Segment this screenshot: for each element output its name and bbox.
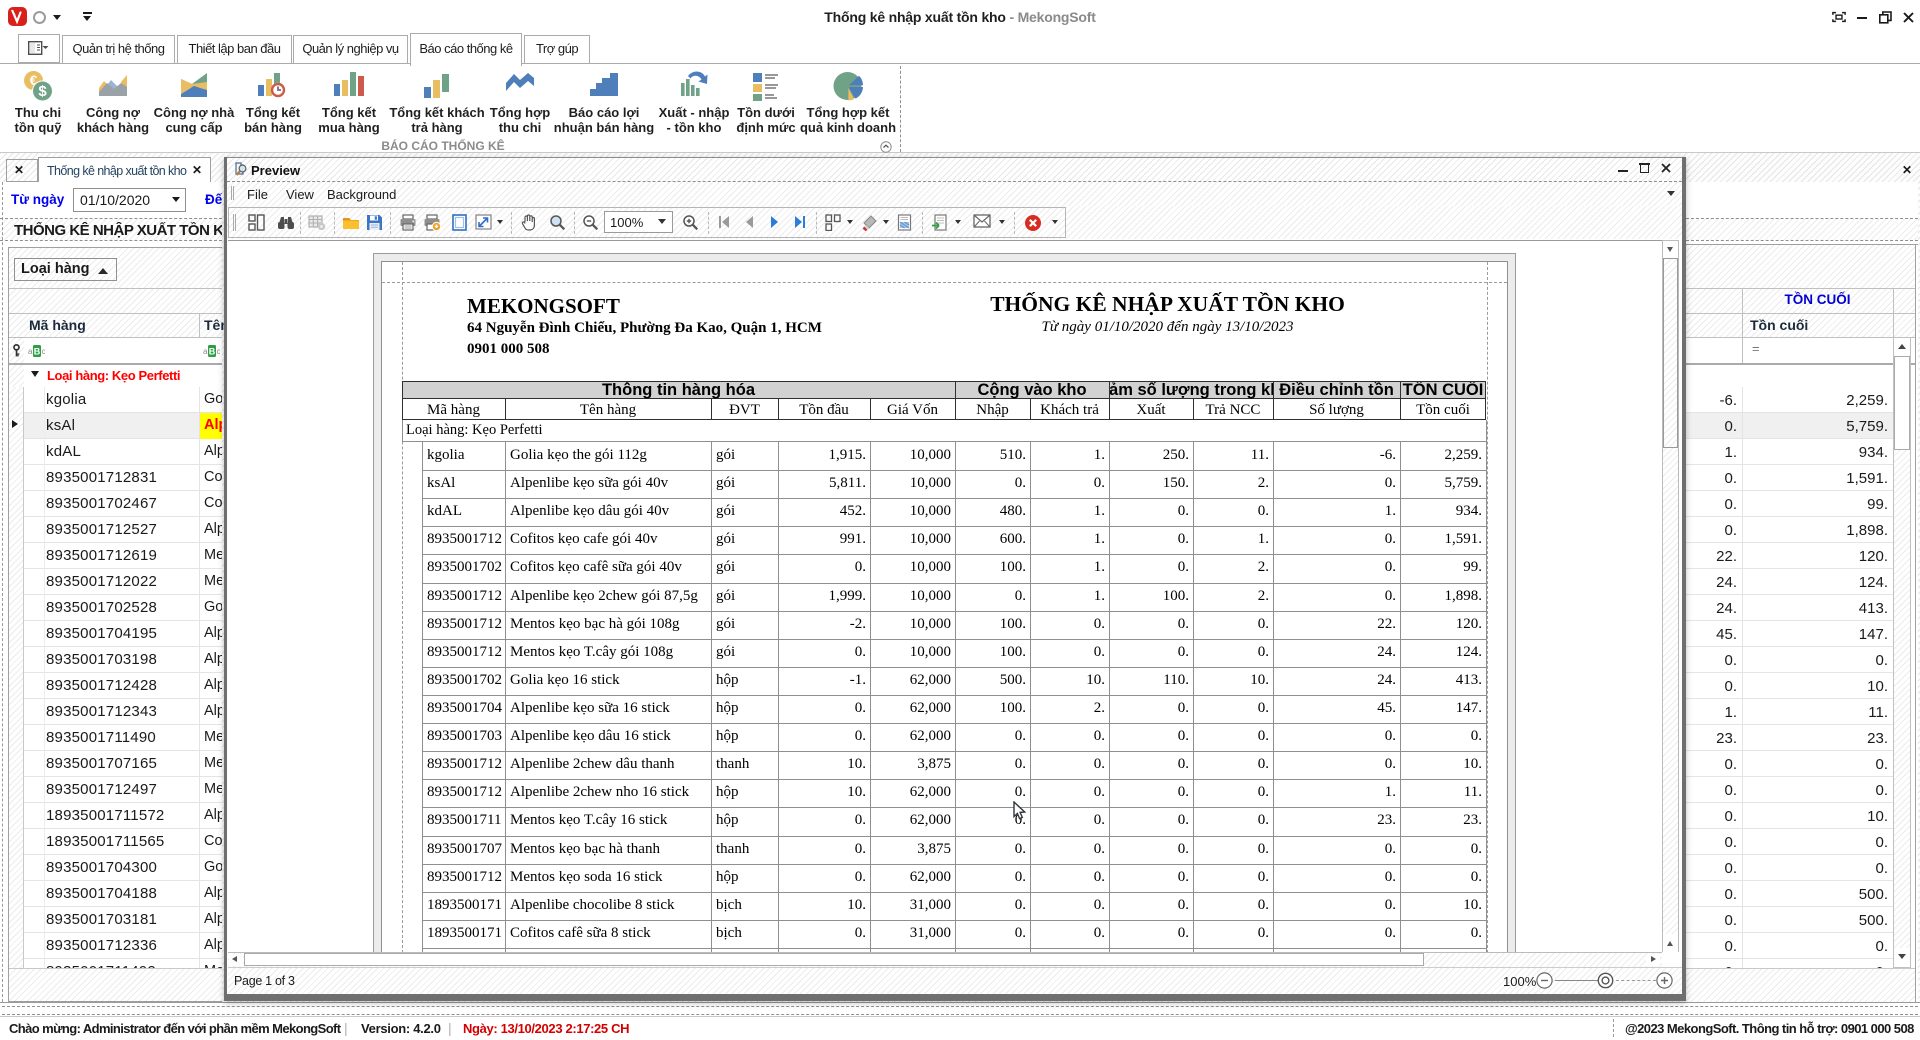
svg-text:a: a: [28, 347, 33, 356]
svg-text:a: a: [203, 347, 208, 356]
svg-text:$: $: [38, 83, 47, 100]
svg-text:c: c: [42, 347, 45, 356]
svg-text:c: c: [217, 347, 220, 356]
svg-text:B: B: [34, 347, 41, 357]
svg-text:B: B: [209, 347, 216, 357]
